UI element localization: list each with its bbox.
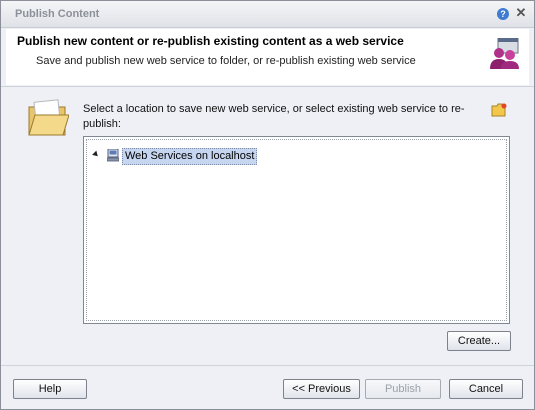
publish-button[interactable]: Publish: [365, 379, 441, 399]
create-button[interactable]: Create...: [447, 331, 511, 351]
header-subtitle: Save and publish new web service to fold…: [36, 55, 416, 67]
server-icon: [107, 149, 119, 162]
instruction-text: Select a location to save new web servic…: [83, 103, 465, 130]
header-title: Publish new content or re-publish existi…: [17, 34, 404, 48]
tree-focus-outline: Web Services on localhost: [86, 139, 507, 321]
expand-arrow-icon[interactable]: [92, 150, 100, 159]
help-icon[interactable]: ?: [497, 8, 509, 20]
close-icon[interactable]: ✕: [515, 6, 527, 20]
help-button[interactable]: Help: [13, 379, 87, 399]
new-folder-icon[interactable]: [491, 103, 507, 117]
users-icon: [490, 38, 519, 69]
title-bar[interactable]: Publish Content ? ✕: [1, 1, 534, 28]
window-title: Publish Content: [15, 8, 100, 20]
footer-divider: [1, 365, 534, 366]
location-tree[interactable]: Web Services on localhost: [83, 136, 510, 324]
header-divider: [1, 86, 534, 87]
tree-node-label[interactable]: Web Services on localhost: [122, 148, 258, 165]
previous-button[interactable]: << Previous: [283, 379, 360, 399]
cancel-button[interactable]: Cancel: [449, 379, 523, 399]
publish-content-dialog: Publish Content ? ✕ Publish new content …: [0, 0, 535, 410]
folder-icon: [28, 99, 69, 136]
header-panel: Publish new content or re-publish existi…: [6, 29, 529, 85]
